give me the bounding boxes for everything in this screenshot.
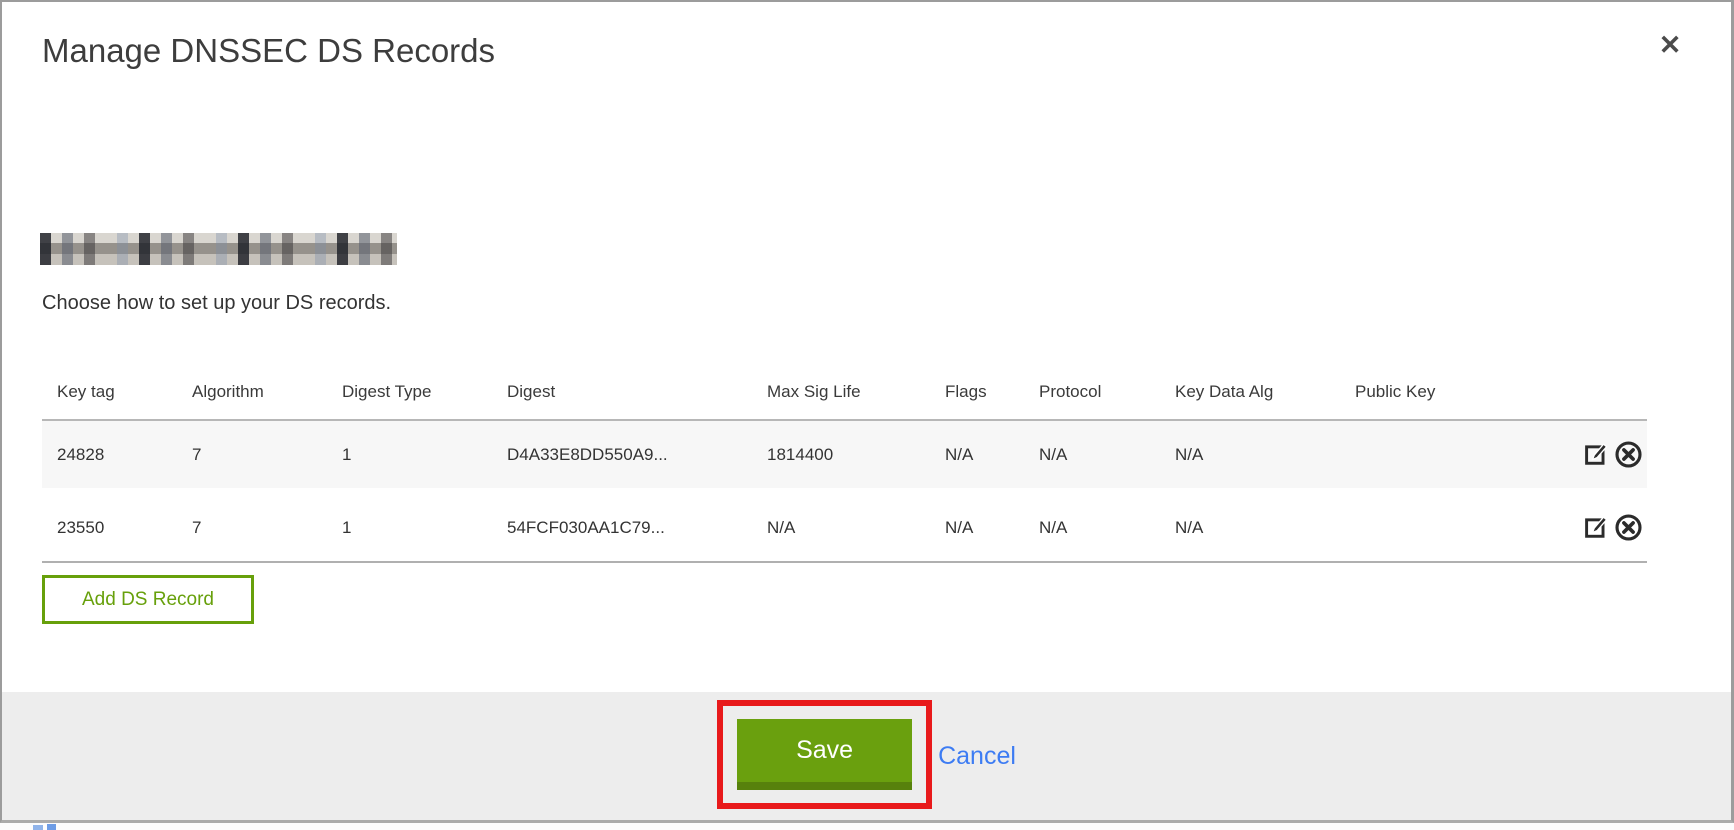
cell-flags: N/A bbox=[945, 518, 1039, 538]
col-header-key-tag: Key tag bbox=[42, 382, 192, 402]
cell-digest: 54FCF030AA1C79... bbox=[507, 518, 767, 538]
col-header-flags: Flags bbox=[945, 382, 1039, 402]
cancel-link[interactable]: Cancel bbox=[938, 742, 1016, 771]
cell-key-data-alg: N/A bbox=[1175, 445, 1355, 465]
ds-records-table: Key tag Algorithm Digest Type Digest Max… bbox=[42, 365, 1647, 563]
col-header-algorithm: Algorithm bbox=[192, 382, 342, 402]
col-header-digest: Digest bbox=[507, 382, 767, 402]
table-header-row: Key tag Algorithm Digest Type Digest Max… bbox=[42, 365, 1647, 419]
cell-max-sig-life: 1814400 bbox=[767, 445, 945, 465]
dialog-footer: Save Cancel bbox=[2, 692, 1731, 820]
dnssec-dialog: Manage DNSSEC DS Records ✕ Choose how to… bbox=[0, 0, 1734, 823]
cell-key-tag: 23550 bbox=[42, 518, 192, 538]
cell-max-sig-life: N/A bbox=[767, 518, 945, 538]
col-header-public-key: Public Key bbox=[1355, 382, 1561, 402]
row-actions bbox=[1561, 513, 1647, 543]
underlying-page-logo-fragment bbox=[47, 824, 56, 830]
cell-algorithm: 7 bbox=[192, 518, 342, 538]
row-actions bbox=[1561, 440, 1647, 470]
cell-digest-type: 1 bbox=[342, 445, 507, 465]
page-title: Manage DNSSEC DS Records bbox=[42, 32, 495, 70]
cell-key-data-alg: N/A bbox=[1175, 518, 1355, 538]
save-button[interactable]: Save bbox=[737, 719, 912, 790]
edit-record-icon[interactable] bbox=[1581, 513, 1611, 543]
col-header-max-sig-life: Max Sig Life bbox=[767, 382, 945, 402]
redacted-domain-name bbox=[40, 233, 397, 265]
col-header-key-data-alg: Key Data Alg bbox=[1175, 382, 1355, 402]
edit-record-icon[interactable] bbox=[1581, 440, 1611, 470]
table-bottom-rule bbox=[42, 561, 1647, 563]
table-row: 24828 7 1 D4A33E8DD550A9... 1814400 N/A … bbox=[42, 421, 1647, 488]
cell-key-tag: 24828 bbox=[42, 445, 192, 465]
col-header-digest-type: Digest Type bbox=[342, 382, 507, 402]
table-row: 23550 7 1 54FCF030AA1C79... N/A N/A N/A … bbox=[42, 494, 1647, 561]
cell-protocol: N/A bbox=[1039, 445, 1175, 465]
cell-digest-type: 1 bbox=[342, 518, 507, 538]
delete-record-icon[interactable] bbox=[1613, 440, 1643, 470]
add-ds-record-button[interactable]: Add DS Record bbox=[42, 575, 254, 624]
close-icon[interactable]: ✕ bbox=[1653, 28, 1687, 62]
underlying-page-logo-fragment bbox=[33, 825, 43, 830]
delete-record-icon[interactable] bbox=[1613, 513, 1643, 543]
underlying-page-sliver bbox=[0, 823, 1734, 830]
instruction-text: Choose how to set up your DS records. bbox=[42, 292, 391, 315]
cell-flags: N/A bbox=[945, 445, 1039, 465]
cell-algorithm: 7 bbox=[192, 445, 342, 465]
cell-digest: D4A33E8DD550A9... bbox=[507, 445, 767, 465]
annotation-highlight-box: Save bbox=[717, 700, 932, 809]
col-header-protocol: Protocol bbox=[1039, 382, 1175, 402]
cell-protocol: N/A bbox=[1039, 518, 1175, 538]
